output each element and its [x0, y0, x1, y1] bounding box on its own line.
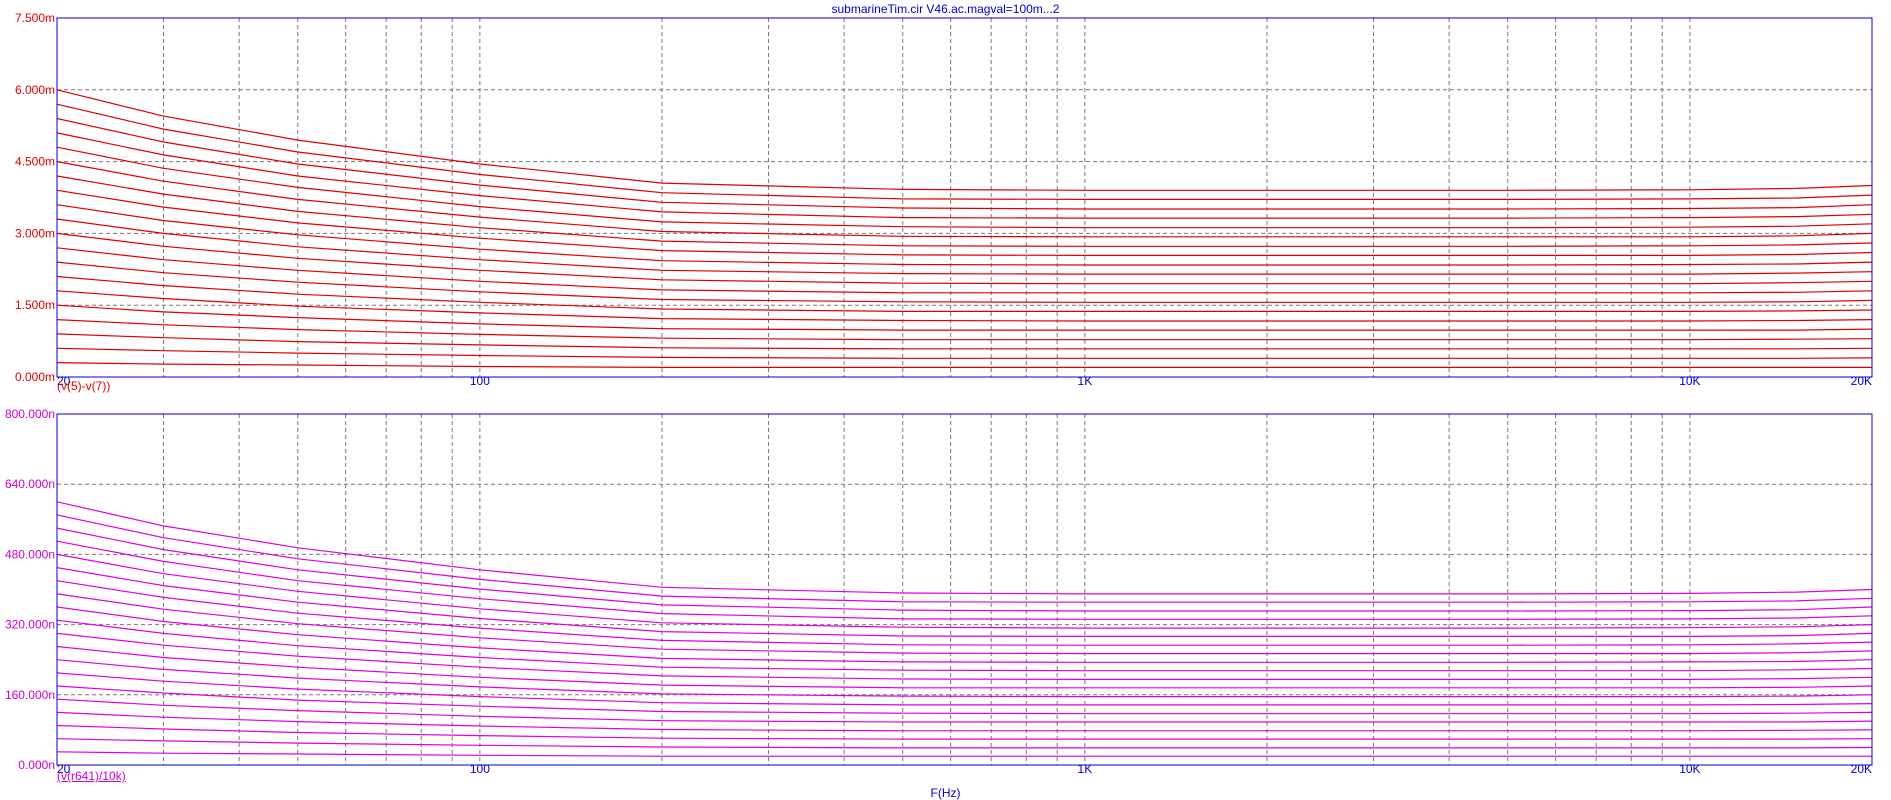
y-tick-label: 3.000m: [15, 226, 55, 240]
series-line: [56, 333, 1873, 350]
top-plot-panel: 0.000m1.500m3.000m4.500m6.000m7.500m20 10…: [15, 11, 1873, 388]
y-tick-label: 640.000n: [5, 477, 55, 491]
bottom-plot-panel: 0.000n 160.000n 320.000n 480.000n 640.000n 80…: [5, 407, 1873, 776]
series-line: [56, 580, 1873, 646]
x-tick-label: 20K: [1851, 374, 1872, 388]
series-line: [56, 672, 1873, 706]
series-line: [56, 738, 1873, 749]
series-line: [56, 514, 1873, 603]
y-tick-label: 480.000n: [5, 547, 55, 561]
series-line: [56, 347, 1873, 359]
series-line: [56, 232, 1873, 285]
plot-frame: [56, 17, 1873, 378]
y-tick-label: 1.500m: [15, 298, 55, 312]
series-line: [56, 632, 1873, 681]
series-line: [56, 540, 1873, 620]
series-line: [56, 175, 1873, 247]
series-line: [56, 527, 1873, 612]
x-tick-label: 100: [470, 374, 490, 388]
bottom-trace-label: (v(r641)/10k): [57, 769, 126, 783]
series-line: [56, 132, 1873, 219]
y-tick-label: 160.000n: [5, 688, 55, 702]
x-axis-label: F(Hz): [930, 786, 961, 800]
x-tick-label: 1K: [1078, 762, 1093, 776]
series-line: [56, 659, 1873, 698]
series-line: [56, 362, 1872, 368]
x-tick-label: 10K: [1679, 374, 1700, 388]
series-line: [56, 261, 1873, 303]
y-tick-label: 7.500m: [15, 11, 55, 25]
x-tick-label: 20K: [1851, 762, 1872, 776]
series-line: [56, 553, 1873, 629]
x-tick-label: 10K: [1679, 762, 1700, 776]
series-line: [56, 501, 1873, 595]
series-line: [56, 146, 1873, 229]
series-line: [56, 304, 1873, 331]
y-tick-label: 320.000n: [5, 618, 55, 632]
y-tick-label: 0.000m: [15, 370, 55, 384]
series-line: [56, 89, 1873, 191]
series-line: [56, 698, 1873, 723]
y-tick-label: 0.000n: [18, 758, 55, 772]
y-tick-label: 6.000m: [15, 83, 55, 97]
top-trace-label: (v(5)-v(7)): [57, 379, 111, 393]
series-line: [56, 103, 1873, 200]
series-line: [56, 751, 1872, 757]
series-line: [56, 724, 1873, 740]
plot-canvas: 0.000m1.500m3.000m4.500m6.000m7.500m20 10…: [5, 11, 1873, 776]
plot-frame: [56, 413, 1873, 766]
x-tick-label: 1K: [1078, 374, 1093, 388]
series-line: [56, 275, 1873, 312]
y-tick-label: 800.000n: [5, 407, 55, 421]
series-line: [56, 117, 1873, 210]
x-tick-label: 100: [470, 762, 490, 776]
y-tick-label: 4.500m: [15, 155, 55, 169]
